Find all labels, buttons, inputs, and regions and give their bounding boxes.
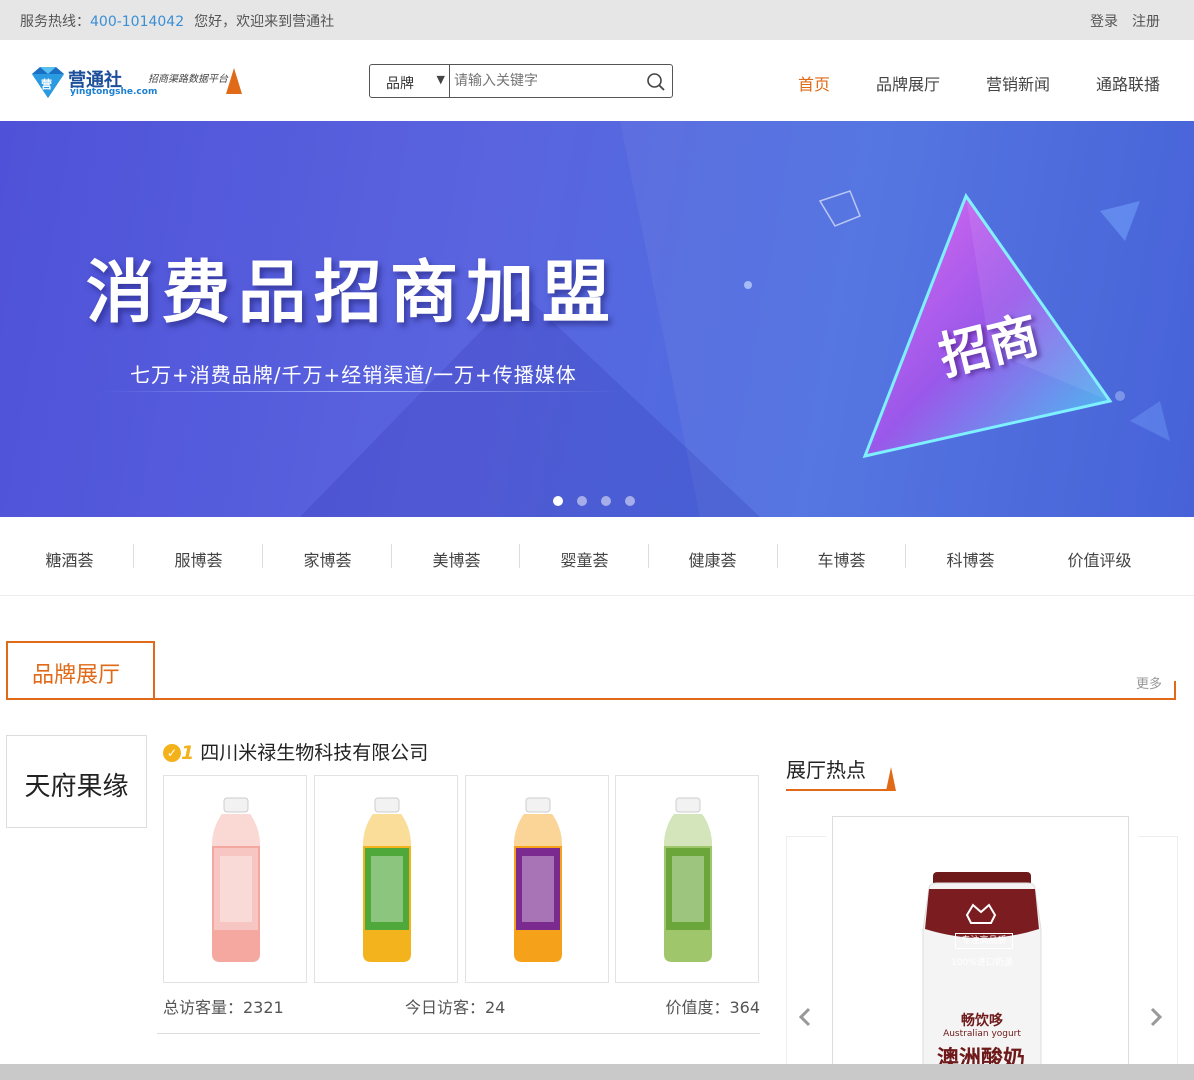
category-bar: 糖酒荟 服博荟 家博荟 美博荟 婴童荟 健康荟 车博荟 科博荟 价值评级 xyxy=(0,517,1194,596)
total-visits: 总访客量：2321 xyxy=(163,998,284,1017)
header: 营 营通社 yingtongshe.com 招商渠路数据平台 品牌 ▼ 首页 品牌… xyxy=(0,40,1194,121)
site-logo[interactable]: 营 营通社 yingtongshe.com 招商渠路数据平台 xyxy=(30,66,245,100)
category-item[interactable]: 科博荟 xyxy=(906,547,1035,571)
top-bar: 服务热线：400-1014042 您好，欢迎来到营通社 登录 注册 xyxy=(0,0,1194,40)
verified-badge-icon: ✓ xyxy=(163,744,181,762)
section-underline xyxy=(6,698,1176,700)
chevron-right-icon xyxy=(1150,1007,1163,1027)
banner-subtitle: 七万+消费品牌/千万+经销渠道/一万+传播媒体 xyxy=(130,363,577,387)
search-category-value: 品牌 xyxy=(386,76,414,92)
main-nav: 首页 品牌展厅 营销新闻 通路联播 xyxy=(752,71,1160,95)
company-heading: ✓ 1 四川米禄生物科技有限公司 xyxy=(163,738,428,765)
nav-brand-hall[interactable]: 品牌展厅 xyxy=(876,75,940,94)
brand-logo[interactable]: 天府果缘 xyxy=(6,735,147,828)
banner-dot[interactable] xyxy=(625,496,635,506)
banner-dot[interactable] xyxy=(553,496,563,506)
rank-number: 1 xyxy=(181,742,195,764)
card-en-name: Australian yogurt xyxy=(943,1029,1021,1039)
logo-flag-icon xyxy=(226,68,242,94)
banner-dot[interactable] xyxy=(601,496,611,506)
horizontal-scrollbar[interactable] xyxy=(0,1064,1194,1080)
hot-flag-icon xyxy=(886,767,896,791)
product-card[interactable] xyxy=(465,775,609,983)
logo-domain: yingtongshe.com xyxy=(70,87,158,97)
more-link[interactable]: 更多 xyxy=(1136,673,1162,692)
hotline-number[interactable]: 400-1014042 xyxy=(90,14,184,30)
banner-pagination xyxy=(553,491,649,510)
register-link[interactable]: 注册 xyxy=(1132,14,1160,30)
stats-divider xyxy=(157,1033,760,1034)
hot-spots-title: 展厅热点 xyxy=(786,758,866,782)
category-item[interactable]: 健康荟 xyxy=(648,547,777,571)
diamond-logo-icon: 营 xyxy=(32,67,64,98)
category-item[interactable]: 价值评级 xyxy=(1035,547,1164,571)
login-link[interactable]: 登录 xyxy=(1090,14,1118,30)
bottle-icon xyxy=(212,797,260,962)
banner-title: 消费品招商加盟 xyxy=(86,254,619,333)
card-cn-name: 澳洲酸奶 xyxy=(936,1047,1025,1066)
category-item[interactable]: 美博荟 xyxy=(392,547,521,571)
category-item[interactable]: 服博荟 xyxy=(134,547,263,571)
dropdown-arrow-icon: ▼ xyxy=(436,73,445,86)
category-item[interactable]: 家博荟 xyxy=(263,547,392,571)
hot-spot-card[interactable]: 专注高品质 100%进口奶源 畅饮哆 Australian yogurt 澳洲酸… xyxy=(832,816,1129,1066)
card-label-top: 专注高品质 xyxy=(955,933,1013,949)
bottle-icon xyxy=(363,797,411,962)
hotline-area: 服务热线：400-1014042 您好，欢迎来到营通社 xyxy=(20,11,334,31)
chevron-left-icon xyxy=(798,1007,811,1027)
category-item[interactable]: 车博荟 xyxy=(777,547,906,571)
banner-subtitle-line xyxy=(100,391,620,392)
today-visits: 今日访客：24 xyxy=(405,998,506,1017)
section-title: 品牌展厅 xyxy=(32,663,121,688)
section-end-tick xyxy=(1174,681,1176,700)
welcome-text: 您好，欢迎来到营通社 xyxy=(194,14,335,30)
search-input[interactable] xyxy=(454,69,634,93)
product-card[interactable] xyxy=(314,775,458,983)
nav-home[interactable]: 首页 xyxy=(798,75,830,94)
search-box: 品牌 ▼ xyxy=(369,64,673,98)
hero-banner[interactable]: 消费品招商加盟 七万+消费品牌/千万+经销渠道/一万+传播媒体 招商 xyxy=(0,121,1194,517)
banner-dot[interactable] xyxy=(577,496,587,506)
account-links: 登录 注册 xyxy=(1076,11,1160,31)
search-category-select[interactable]: 品牌 ▼ xyxy=(370,65,450,97)
product-card[interactable] xyxy=(163,775,307,983)
company-name[interactable]: 四川米禄生物科技有限公司 xyxy=(200,742,428,764)
hot-spots-underline xyxy=(786,789,894,791)
category-item[interactable]: 婴童荟 xyxy=(520,547,649,571)
hotline-label: 服务热线： xyxy=(20,14,90,30)
card-label-mid: 100%进口奶源 xyxy=(951,958,1013,968)
card-brand: 畅饮哆 xyxy=(961,1013,1003,1029)
bottle-icon xyxy=(514,797,562,962)
nav-channel-broadcast[interactable]: 通路联播 xyxy=(1096,75,1160,94)
carousel-prev-button[interactable] xyxy=(786,836,826,1066)
nav-marketing-news[interactable]: 营销新闻 xyxy=(986,75,1050,94)
carousel-next-button[interactable] xyxy=(1138,836,1178,1066)
bottle-icon xyxy=(664,797,712,962)
product-card[interactable] xyxy=(615,775,759,983)
svg-text:营: 营 xyxy=(41,77,52,91)
value-score: 价值度：364 xyxy=(665,998,760,1017)
brand-hall-header: 品牌展厅 更多 xyxy=(6,641,1176,701)
search-icon[interactable] xyxy=(646,72,666,92)
logo-slogan: 招商渠路数据平台 xyxy=(148,74,228,85)
category-item[interactable]: 糖酒荟 xyxy=(5,547,134,571)
